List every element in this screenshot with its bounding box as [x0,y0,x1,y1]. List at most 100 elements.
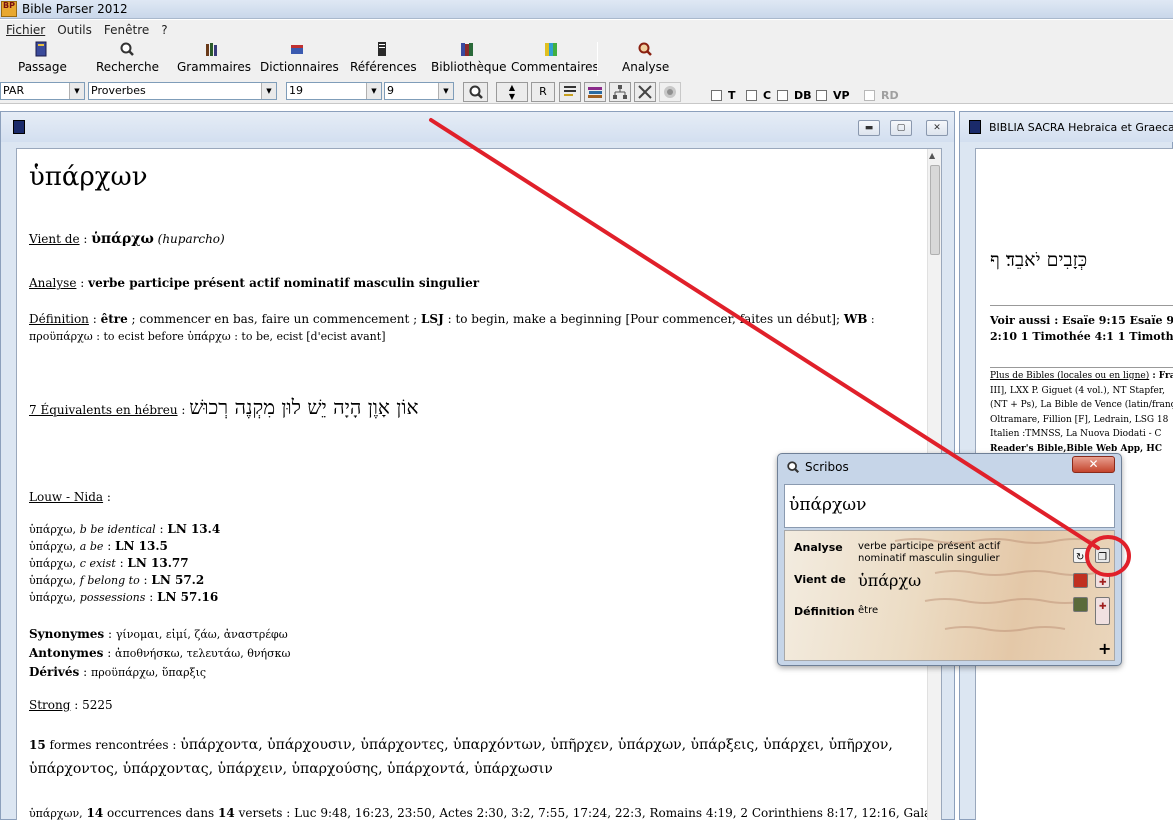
audio-button[interactable] [659,82,681,102]
copy-button[interactable]: ❐ [1095,548,1110,563]
list-item: ὑπάρχω, c exist : LN 13.77 [29,556,189,570]
tools-button[interactable]: ✚ [1095,597,1110,625]
chevron-up-icon: ▲ [508,83,516,92]
strong-link[interactable]: Strong [29,698,70,712]
r-button[interactable]: R [531,82,555,102]
scribos-analyse-label: Analyse [794,541,843,554]
search-icon [120,42,134,56]
nav-button[interactable]: ✚ [1095,573,1110,588]
minimize-icon: ▬ [864,123,874,133]
maximize-button[interactable]: ▢ [890,120,912,136]
comments-icon [545,43,557,56]
vient-lemma[interactable]: ὑπάρχω [91,231,154,247]
menu-fichier[interactable]: Fichier [6,23,45,37]
checkbox-t[interactable]: T [711,89,736,102]
image-button[interactable] [1073,597,1088,612]
add-button[interactable]: + [1098,639,1111,658]
speaker-icon [664,86,676,98]
checkbox-c[interactable]: C [746,89,771,102]
equivalents-link[interactable]: 7 Équivalents en hébreu [29,403,178,417]
chapter-select[interactable]: 19 ▼ [286,82,382,100]
window-title: Bible Parser 2012 [22,2,128,16]
dictionary-icon [291,45,303,54]
bible-window-title: BIBLIA SACRA Hebraica et Graeca - [989,121,1173,134]
bible-icon [13,120,25,134]
text-view-button[interactable] [559,82,581,102]
checkbox-vp[interactable]: VP [816,89,850,102]
chevron-down-icon: ▼ [69,83,84,99]
antonymes-line: Antonymes : ἀποθνήσκω, τελευτάω, θνήσκω [29,646,291,660]
equivalents-line: 7 Équivalents en hébreu : אוֹן אָוֶן הָי… [29,395,419,419]
louw-nida-list: ὑπάρχω, b be identical : LN 13.4 ὑπάρχω,… [29,521,220,606]
tools-button[interactable] [634,82,656,102]
bibliotheque-button[interactable]: Bibliothèque [431,41,507,77]
related-words: Synonymes : γίνομαι, εἰμί, ζάω, ἀναστρέφ… [29,625,290,682]
dictionnaires-button[interactable]: Dictionnaires [260,41,339,77]
grammaires-button[interactable]: Grammaires [177,41,251,77]
scribos-word-input[interactable]: ὑπάρχων [784,484,1115,528]
version-select[interactable]: PAR ▼ [0,82,85,100]
tree-icon [613,85,627,99]
scroll-thumb[interactable] [930,165,940,255]
list-item: ὑπάρχω, b be identical : LN 13.4 [29,522,221,536]
menu-fenetre[interactable]: Fenêtre [104,23,149,37]
list-item: ὑπάρχω, f belong to : LN 57.2 [29,573,205,587]
strong-number: 5225 [82,698,113,712]
spin-updown-button[interactable]: ▲ ▼ [496,82,528,102]
list-item: ὑπάρχω, a be : LN 13.5 [29,539,168,553]
formes-list[interactable]: ὑπάρχοντα, ὑπάρχουσιν, ὑπάρχοντες, ὑπαρχ… [180,737,893,753]
hebrew-equivalents: אוֹן אָוֶן הָיָה יֵשׁ לוּן מִקְנֶה רְכוּ… [189,395,419,419]
chevron-down-icon: ▼ [261,83,276,99]
menu-outils[interactable]: Outils [57,23,92,37]
vient-de-link[interactable]: Vient de [29,232,80,246]
chevron-down-icon: ▼ [508,92,516,101]
recherche-button[interactable]: Recherche [96,41,159,77]
book-select[interactable]: Proverbes ▼ [88,82,277,100]
occurrences-line: ὑπάρχων, 14 occurrences dans 14 versets … [29,806,942,820]
analyse-line: Analyse : verbe participe présent actif … [29,276,480,290]
synonymes-line: Synonymes : γίνομαι, εἰμί, ζάω, ἀναστρέφ… [29,627,288,641]
commentaires-button[interactable]: Commentaires [511,41,599,77]
scribos-vient-value: ὑπάρχω [858,571,922,590]
analyse-button[interactable]: Analyse [622,41,669,77]
analyse-link[interactable]: Analyse [29,276,76,290]
app-logo-icon: BP [1,1,17,17]
analysis-icon [638,42,652,56]
vient-de-line: Vient de : ὑπάρχω (huparcho) [29,231,225,247]
analyse-value: verbe participe présent actif nominatif … [88,276,480,290]
scribos-title: Scribos [805,460,849,474]
text-lines-icon [564,86,576,96]
chevron-down-icon: ▼ [366,83,381,99]
tree-button[interactable] [609,82,631,102]
checkbox-db[interactable]: DB [777,89,812,102]
main-toolbar: Passage Recherche Grammaires Dictionnair… [0,39,1173,80]
definition-link[interactable]: Définition [29,312,89,326]
search-verse-button[interactable] [463,82,488,102]
definition-line: Définition : être ; commencer en bas, fa… [29,312,875,343]
books-stack-icon [588,87,602,98]
book-button[interactable] [1073,573,1088,588]
books-button[interactable] [584,82,606,102]
menu-bar: Fichier Outils Fenêtre ? [0,20,1173,39]
dictionary-window-header: ▬ ▢ ✕ [1,112,954,142]
refresh-button[interactable]: ↻ [1073,548,1088,563]
formes-block: 15 formes rencontrées : ὑπάρχοντα, ὑπάρχ… [29,737,893,777]
scribos-close-button[interactable]: ✕ [1072,456,1115,473]
scribos-header: Scribos ✕ [778,454,1121,482]
minimize-button[interactable]: ▬ [858,120,880,136]
bible-icon [969,120,981,134]
library-icon [461,43,473,56]
menu-help[interactable]: ? [161,23,167,37]
scroll-up-icon[interactable]: ▲ [929,151,935,160]
maximize-icon: ▢ [896,123,906,133]
list-item: ὑπάρχω, possessions : LN 57.16 [29,590,219,604]
close-button[interactable]: ✕ [926,120,948,136]
scribos-popup: Scribos ✕ ὑπάρχων Analyse verbe particip… [777,453,1122,666]
formes-list-cont[interactable]: ὑπάρχοντος, ὑπάρχοντας, ὑπάρχειν, ὑπαρχο… [29,761,553,777]
verse-select[interactable]: 9 ▼ [384,82,454,100]
louw-nida-link[interactable]: Louw - Nida [29,490,103,504]
hebrew-verse: כְּזָבִים יֹאבֵד׃ ף [990,249,1088,271]
references-button[interactable]: Références [350,41,417,77]
passage-button[interactable]: Passage [18,41,67,77]
checkbox-rd: RD [864,89,899,102]
